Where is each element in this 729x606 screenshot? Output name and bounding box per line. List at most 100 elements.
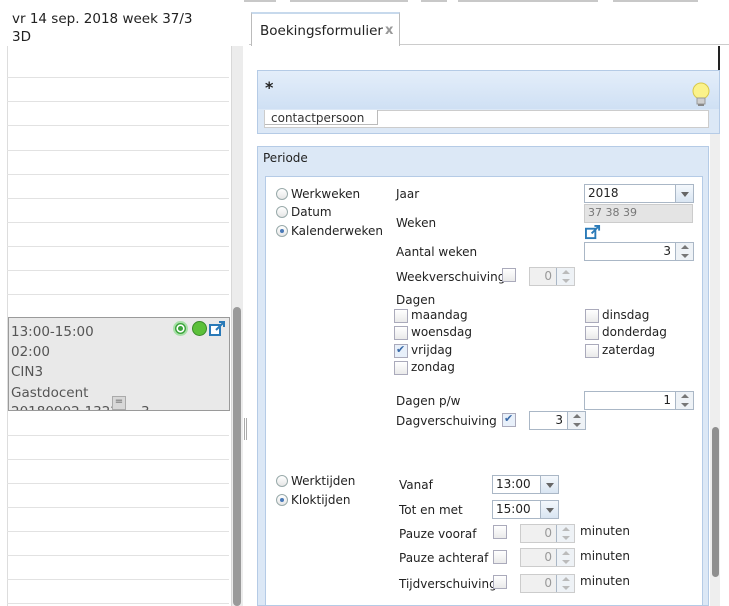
label-tot-en-met: Tot en met xyxy=(399,503,463,517)
toolbar-button-edge[interactable] xyxy=(613,0,698,2)
label-donderdag: donderdag xyxy=(602,325,667,339)
form-scrollbar-thumb[interactable] xyxy=(712,427,719,577)
label-dagen-pw: Dagen p/w xyxy=(396,394,461,408)
label-dinsdag: dinsdag xyxy=(602,308,650,322)
resize-handle[interactable]: = xyxy=(112,396,126,410)
calendar-slot-line xyxy=(7,246,229,247)
calendar-slot-line xyxy=(7,459,229,460)
checkbox-vrijdag[interactable] xyxy=(394,343,408,358)
label-weekverschuiving: Weekverschuiving xyxy=(396,270,506,284)
pauze-vooraf-value: 0 xyxy=(544,526,552,540)
status-ok-icon xyxy=(192,321,207,336)
pauze-achteraf-stepper[interactable]: 0 xyxy=(520,548,575,567)
radio-kloktijden[interactable] xyxy=(276,494,288,506)
calendar-event[interactable]: 13:00-15:00 02:00 CIN3 Gastdocent 201809… xyxy=(8,317,230,411)
label-vrijdag: vrijdag xyxy=(411,343,453,357)
label-zondag: zondag xyxy=(411,360,455,374)
checkbox-dinsdag[interactable] xyxy=(585,309,599,323)
spinner-icon[interactable] xyxy=(567,412,585,429)
toolbar-button-edge[interactable] xyxy=(458,0,598,2)
label-vanaf: Vanaf xyxy=(399,478,433,492)
label-dagen: Dagen xyxy=(396,293,436,307)
lightbulb-icon[interactable] xyxy=(692,82,710,111)
label-zaterdag: zaterdag xyxy=(602,343,656,357)
calendar-slot-line xyxy=(7,101,229,102)
checkbox-maandag[interactable] xyxy=(394,309,408,323)
tot-en-met-value: 15:00 xyxy=(496,502,531,516)
open-external-icon[interactable] xyxy=(585,224,601,240)
toolbar-button-edge[interactable] xyxy=(421,0,447,2)
vanaf-select[interactable]: 13:00 xyxy=(492,475,559,494)
recurring-icon[interactable] xyxy=(173,321,188,336)
dagen-pw-stepper[interactable]: 1 xyxy=(584,391,694,410)
spinner-icon[interactable] xyxy=(675,392,693,409)
radio-datum[interactable] xyxy=(276,206,288,218)
calendar-slot-line xyxy=(7,555,229,556)
spinner-icon[interactable] xyxy=(556,268,574,285)
label-pauze-vooraf: Pauze vooraf xyxy=(399,527,477,541)
close-icon[interactable]: x xyxy=(385,23,393,38)
spinner-icon[interactable] xyxy=(556,525,574,542)
calendar-slot-line xyxy=(7,77,229,78)
calendar-slot-line xyxy=(7,150,229,151)
dagverschuiving-checkbox[interactable] xyxy=(502,412,516,427)
event-time: 13:00-15:00 xyxy=(11,324,94,340)
calendar-slot-line xyxy=(7,603,229,604)
event-duration: 02:00 xyxy=(11,344,50,360)
checkbox-donderdag[interactable] xyxy=(585,326,599,340)
pauze-vooraf-stepper[interactable]: 0 xyxy=(520,524,575,543)
tijdverschuiving-checkbox[interactable] xyxy=(493,575,507,589)
weekverschuiving-stepper[interactable]: 0 xyxy=(529,267,575,286)
open-external-icon[interactable] xyxy=(209,320,226,337)
radio-werktijden[interactable] xyxy=(276,475,288,487)
pauze-vooraf-checkbox[interactable] xyxy=(493,525,507,539)
checkbox-woensdag[interactable] xyxy=(394,326,408,340)
calendar-slot-line xyxy=(7,579,229,580)
label-pauze-achteraf: Pauze achteraf xyxy=(399,551,489,565)
calendar-slot-line xyxy=(7,435,229,436)
pauze-achteraf-checkbox[interactable] xyxy=(493,550,507,564)
spinner-icon[interactable] xyxy=(556,575,574,592)
calendar-slot-line xyxy=(7,483,229,484)
chevron-down-icon[interactable] xyxy=(675,185,693,202)
event-title: Gastdocent xyxy=(11,385,89,401)
label-woensdag: woensdag xyxy=(411,325,472,339)
calendar-date-line: vr 14 sep. 2018 week 37/3 xyxy=(12,11,193,27)
radio-kalenderweken[interactable] xyxy=(276,225,288,237)
weken-value: 37 38 39 xyxy=(588,206,637,219)
calendar-slot-line xyxy=(7,270,229,271)
label-weken: Weken xyxy=(396,216,437,230)
aantal-weken-stepper[interactable]: 3 xyxy=(584,242,694,261)
pane-splitter-handle[interactable] xyxy=(244,418,247,440)
jaar-select[interactable]: 2018 xyxy=(584,184,694,203)
calendar-slot-line xyxy=(7,125,229,126)
calendar-slot-line xyxy=(7,198,229,199)
calendar-slot-line xyxy=(7,174,229,175)
calendar-pane xyxy=(0,0,244,606)
label-jaar: Jaar xyxy=(396,187,420,201)
tot-en-met-select[interactable]: 15:00 xyxy=(492,500,559,519)
calendar-scrollbar-thumb[interactable] xyxy=(233,307,241,606)
calendar-slot-line xyxy=(7,507,229,508)
toolbar-button-edge[interactable] xyxy=(290,0,408,2)
dagverschuiving-stepper[interactable]: 3 xyxy=(529,411,586,430)
label-kalenderweken: Kalenderweken xyxy=(291,224,383,238)
calendar-slot-line xyxy=(7,294,229,295)
dagen-pw-value: 1 xyxy=(663,393,671,407)
jaar-value: 2018 xyxy=(588,186,619,200)
spinner-icon[interactable] xyxy=(556,549,574,566)
label-dagverschuiving: Dagverschuiving xyxy=(396,414,497,428)
spinner-icon[interactable] xyxy=(675,243,693,260)
tijdverschuiving-stepper[interactable]: 0 xyxy=(520,574,575,593)
tijdverschuiving-value: 0 xyxy=(544,576,552,590)
event-group: CIN3 xyxy=(11,364,44,380)
label-tijdverschuiving: Tijdverschuiving xyxy=(399,577,497,591)
checkbox-zondag[interactable] xyxy=(394,361,408,375)
event-code: 20180902-1322 xyxy=(11,402,119,410)
radio-werkweken[interactable] xyxy=(276,188,288,200)
chevron-down-icon[interactable] xyxy=(540,501,558,518)
checkbox-zaterdag[interactable] xyxy=(585,344,599,358)
chevron-down-icon[interactable] xyxy=(540,476,558,493)
tab-boekingsformulier[interactable]: Boekingsformulier x xyxy=(251,12,400,46)
weekverschuiving-checkbox[interactable] xyxy=(502,268,516,282)
